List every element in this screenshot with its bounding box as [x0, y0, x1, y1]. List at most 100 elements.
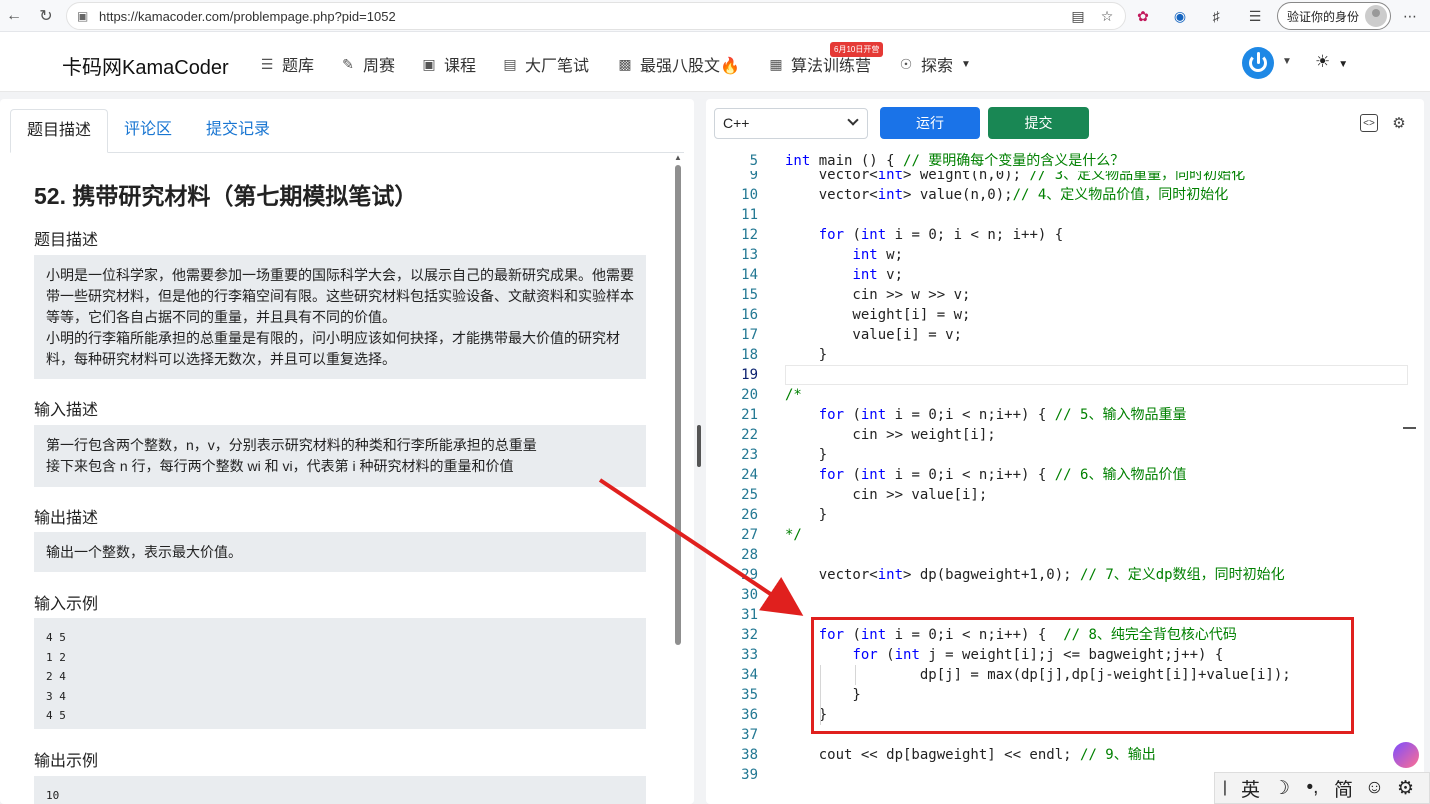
code-line[interactable]: 13 int w; — [714, 245, 1416, 265]
code-line[interactable]: 23 } — [714, 445, 1416, 465]
reload-icon[interactable]: ↻ — [32, 2, 60, 30]
nav-problems[interactable]: ☰ 题库 — [258, 52, 314, 76]
output-box: 输出一个整数，表示最大价值。 — [34, 532, 646, 572]
code-line[interactable]: 10 vector<int> value(n,0);// 4、定义物品价值，同时… — [714, 185, 1416, 205]
ime-toolbar: | 英 ☽ •, 简 ☺ ⚙ — [1214, 772, 1430, 804]
problem-scrollbar[interactable] — [675, 165, 681, 645]
nav-courses[interactable]: ▣ 课程 — [420, 52, 476, 76]
code-line[interactable]: 11 — [714, 205, 1416, 225]
code-line[interactable]: 20 /* — [714, 385, 1416, 405]
user-dropdown-caret[interactable]: ▼ — [1282, 56, 1292, 67]
nav-courses-label: 课程 — [444, 58, 477, 75]
calendar-icon: ▦ — [769, 55, 783, 72]
code-format-icon[interactable]: <> — [1360, 114, 1378, 132]
run-button[interactable]: 运行 — [880, 107, 980, 139]
user-power-icon[interactable] — [1242, 47, 1274, 79]
code-line[interactable]: 19 — [714, 365, 1416, 385]
site-header: 卡码网KamaCoder ☰ 题库 ✎ 周赛 ▣ 课程 ▤ 大厂笔试 ▩ 最强八股文🔥 ▦… — [0, 32, 1430, 92]
pencil-icon: ✎ — [342, 55, 354, 72]
language-select[interactable]: C++ — [714, 108, 868, 139]
code-line[interactable]: 18 } — [714, 345, 1416, 365]
line-number: 38 — [741, 747, 758, 763]
nav-interview-label: 最强八股文🔥 — [640, 58, 740, 75]
code-text: vector<int> value(n,0);// 4、定义物品价值，同时初始化 — [785, 187, 1229, 203]
tab-comments[interactable]: 评论区 — [108, 109, 188, 153]
extensions-puzzle-icon[interactable]: ♯ — [1206, 6, 1226, 26]
sample-input-line: 2 4 — [46, 670, 66, 683]
input-heading: 输入描述 — [34, 402, 99, 419]
nav-weekly[interactable]: ✎ 周赛 — [339, 52, 395, 76]
code-line[interactable]: 30 — [714, 585, 1416, 605]
line-number: 5 — [749, 153, 758, 169]
sample-output-box: 10 — [34, 776, 646, 804]
desc-line: 料，每种研究材料可以选择无数次，并且可以重复选择。 — [46, 351, 396, 367]
problem-tabs: 题目描述 评论区 提交记录 — [10, 109, 684, 153]
code-line[interactable]: 24 for (int i = 0;i < n;i++) { // 6、输入物品… — [714, 465, 1416, 485]
code-line[interactable]: 12 for (int i = 0; i < n; i++) { — [714, 225, 1416, 245]
code-line[interactable]: 14 int v; — [714, 265, 1416, 285]
reader-mode-icon[interactable]: ▤ — [1068, 6, 1088, 26]
nav-problems-label: 题库 — [282, 58, 315, 75]
code-line[interactable]: 26 } — [714, 505, 1416, 525]
extension-brain-icon[interactable]: ✿ — [1133, 6, 1153, 26]
extension-blue-icon[interactable]: ◉ — [1170, 6, 1190, 26]
editor-scroll-marker[interactable] — [1403, 427, 1416, 429]
line-number: 34 — [741, 667, 758, 683]
verify-identity-label: 验证你的身份 — [1287, 9, 1360, 24]
favorite-star-icon[interactable]: ☆ — [1097, 6, 1117, 26]
ime-settings-icon[interactable]: ⚙ — [1390, 777, 1421, 800]
nav-interview[interactable]: ▩ 最强八股文🔥 — [616, 52, 740, 76]
ai-assistant-icon[interactable] — [1393, 742, 1419, 768]
code-line[interactable]: 15 cin >> w >> v; — [714, 285, 1416, 305]
collections-icon[interactable]: ☰ — [1245, 6, 1265, 26]
ime-moon-icon[interactable]: ☽ — [1266, 777, 1297, 800]
code-text: weight[i] = w; — [785, 307, 971, 323]
settings-gear-icon[interactable]: ⚙ — [1390, 114, 1408, 132]
back-icon[interactable]: ← — [0, 2, 28, 30]
more-menu-icon[interactable]: ⋯ — [1400, 6, 1420, 26]
code-line[interactable]: 22 cin >> weight[i]; — [714, 425, 1416, 445]
theme-toggle-icon[interactable]: ☀ ▼ — [1315, 52, 1348, 72]
scroll-up-arrow-icon[interactable]: ▲ — [674, 153, 682, 162]
site-logo[interactable]: 卡码网KamaCoder — [62, 51, 229, 80]
code-line[interactable]: 16 weight[i] = w; — [714, 305, 1416, 325]
line-number: 36 — [741, 707, 758, 723]
code-text: cout << dp[bagweight] << endl; // 9、输出 — [785, 747, 1156, 763]
verify-identity-button[interactable]: 验证你的身份 — [1277, 2, 1391, 30]
desc-line: 等等，它们各自占据不同的重量，并且具有不同的价值。 — [46, 309, 396, 325]
nav-explore[interactable]: ☉ 探索 ▼ — [897, 52, 971, 76]
line-number: 37 — [741, 727, 758, 743]
sample-output-text: 10 — [46, 789, 60, 802]
code-line[interactable]: 29 vector<int> dp(bagweight+1,0); // 7、定… — [714, 565, 1416, 585]
ime-emoji-icon[interactable]: ☺ — [1359, 777, 1390, 799]
code-line[interactable]: 5 int main () { // 要明确每个变量的含义是什么？ — [714, 151, 1416, 171]
code-line[interactable]: 38 cout << dp[bagweight] << endl; // 9、输… — [714, 745, 1416, 765]
ime-language[interactable]: 英 — [1235, 775, 1266, 802]
code-line[interactable]: 27 */ — [714, 525, 1416, 545]
ime-handle-icon[interactable]: | — [1215, 779, 1235, 797]
submit-button[interactable]: 提交 — [988, 107, 1089, 139]
code-line[interactable]: 28 — [714, 545, 1416, 565]
site-info-icon[interactable]: ▣ — [77, 9, 91, 23]
line-number: 25 — [741, 487, 758, 503]
chevron-down-icon: ▼ — [961, 58, 971, 70]
panel-splitter[interactable] — [697, 425, 701, 467]
nav-exams[interactable]: ▤ 大厂笔试 — [501, 52, 589, 76]
desc-line: 带一些研究材料，但是他的行李箱空间有限。这些研究材料包括实验设备、文献资料和实验… — [46, 288, 634, 304]
tab-submissions[interactable]: 提交记录 — [190, 109, 286, 153]
address-bar[interactable]: ▣ https://kamacoder.com/problempage.php?… — [66, 2, 1126, 30]
list-icon: ☰ — [260, 55, 274, 72]
code-text: for (int i = 0;i < n;i++) { // 6、输入物品价值 — [818, 467, 1187, 483]
sample-input-line: 4 5 — [46, 709, 66, 722]
code-text: } — [785, 447, 828, 463]
code-text: int main () { // 要明确每个变量的含义是什么？ — [785, 153, 1125, 169]
ime-simplified[interactable]: 简 — [1328, 775, 1359, 802]
line-number: 29 — [741, 567, 758, 583]
code-text: } — [785, 347, 828, 363]
code-line[interactable]: 25 cin >> value[i]; — [714, 485, 1416, 505]
code-line[interactable]: 17 value[i] = v; — [714, 325, 1416, 345]
code-line[interactable]: 21 for (int i = 0;i < n;i++) { // 5、输入物品… — [714, 405, 1416, 425]
line-number: 17 — [741, 327, 758, 343]
tab-description[interactable]: 题目描述 — [10, 109, 109, 153]
ime-punct-icon[interactable]: •, — [1297, 777, 1328, 799]
